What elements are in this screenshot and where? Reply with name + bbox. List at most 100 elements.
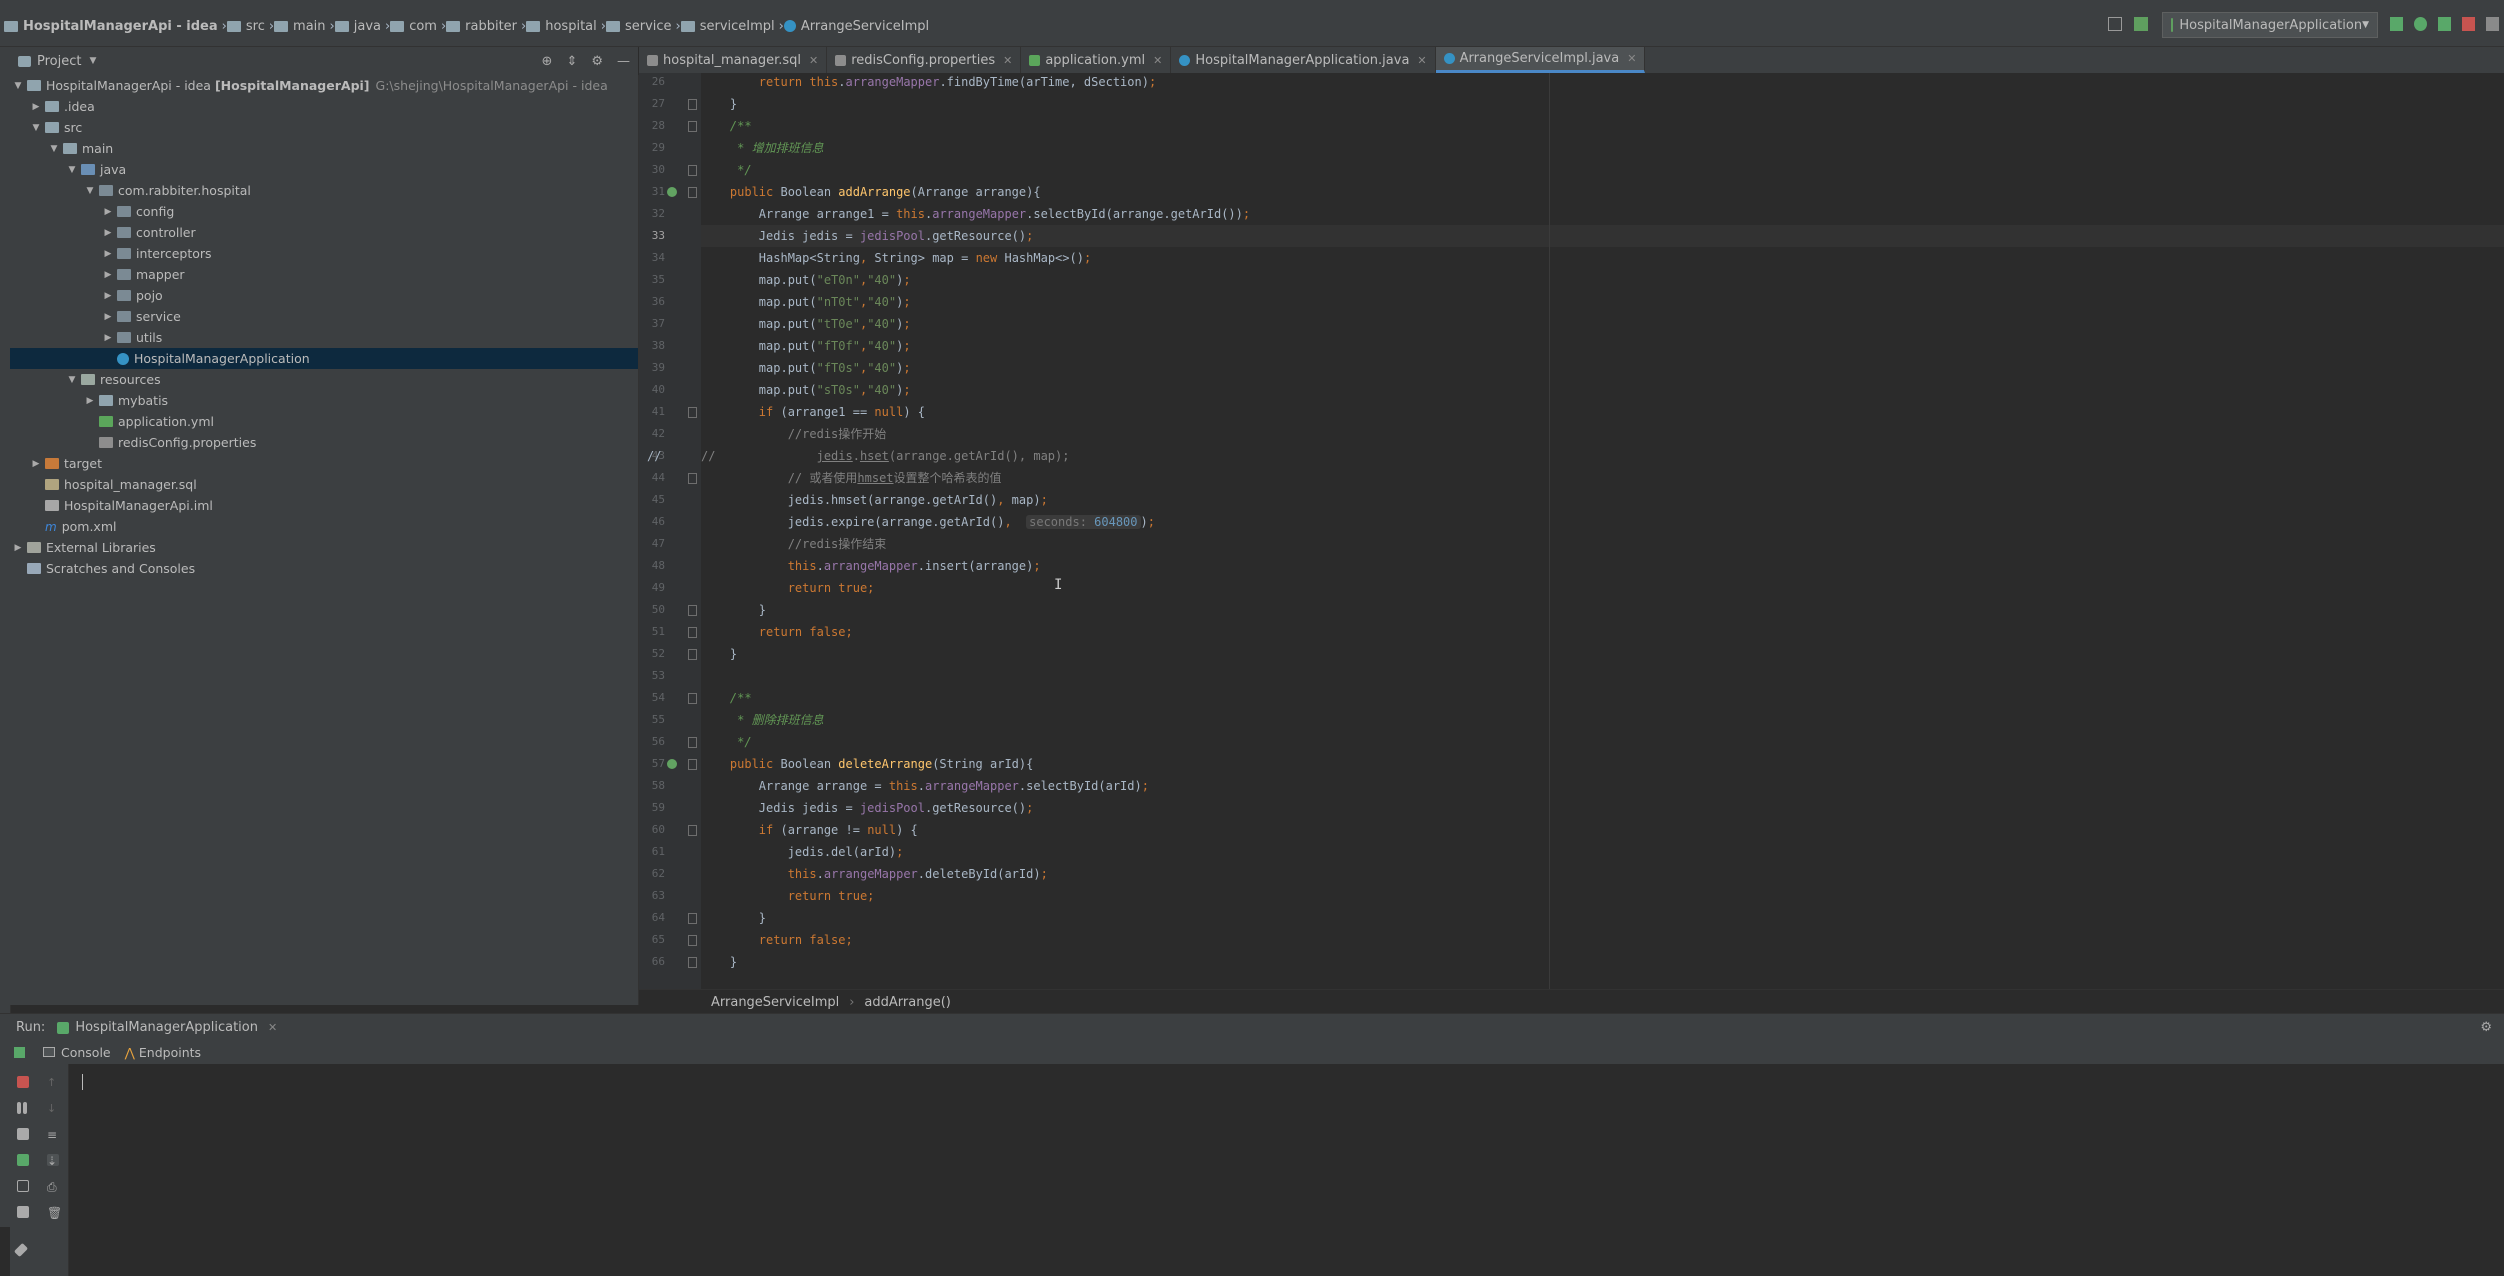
tree-item-main[interactable]: ▼ main xyxy=(10,138,638,159)
chevron-right-icon[interactable]: ▶ xyxy=(30,459,42,469)
breadcrumb-item[interactable]: service xyxy=(605,19,672,34)
restore-layout-icon[interactable] xyxy=(17,1154,29,1166)
breadcrumb-class[interactable]: ArrangeServiceImpl xyxy=(711,995,839,1010)
code-line[interactable]: */ xyxy=(701,159,2504,181)
code-line[interactable]: } xyxy=(701,907,2504,929)
tree-item-config[interactable]: ▶ config xyxy=(10,201,638,222)
run-config-tab[interactable]: HospitalManagerApplication xyxy=(75,1020,258,1035)
tree-item-idea[interactable]: ▶ .idea xyxy=(10,96,638,117)
code-line[interactable]: public Boolean deleteArrange(String arId… xyxy=(701,753,2504,775)
breadcrumb-item[interactable]: src xyxy=(226,19,265,34)
build-hammer-icon[interactable] xyxy=(2134,17,2148,31)
pin-icon[interactable] xyxy=(13,1242,29,1258)
code-line[interactable]: } xyxy=(701,599,2504,621)
close-icon[interactable]: ✕ xyxy=(268,1021,277,1034)
scroll-to-end-icon[interactable]: ⇣ xyxy=(47,1154,59,1168)
tab-hospitalmanagerapplication-java[interactable]: HospitalManagerApplication.java ✕ xyxy=(1171,47,1436,73)
tab-application-yml[interactable]: application.yml ✕ xyxy=(1021,47,1172,73)
chevron-down-icon[interactable]: ▼ xyxy=(30,123,42,133)
fold-marker-icon[interactable] xyxy=(688,825,697,836)
project-panel-title[interactable]: Project xyxy=(37,54,81,69)
close-icon[interactable]: ✕ xyxy=(809,54,818,67)
chevron-right-icon[interactable]: ▶ xyxy=(102,207,114,217)
chevron-down-icon[interactable]: ▼ xyxy=(66,375,78,385)
pause-icon[interactable] xyxy=(17,1102,21,1114)
layout-icon[interactable] xyxy=(2108,17,2122,31)
rerun-icon[interactable] xyxy=(14,1046,25,1058)
tree-item-mybatis[interactable]: ▶ mybatis xyxy=(10,390,638,411)
chevron-down-icon[interactable]: ▼ xyxy=(66,165,78,175)
tree-item-redis-properties[interactable]: redisConfig.properties xyxy=(10,432,638,453)
close-icon[interactable]: ✕ xyxy=(1003,54,1012,67)
tree-item-application-yml[interactable]: application.yml xyxy=(10,411,638,432)
fold-marker-icon[interactable] xyxy=(688,935,697,946)
code-line[interactable]: Arrange arrange = this.arrangeMapper.sel… xyxy=(701,775,2504,797)
code-line[interactable] xyxy=(701,665,2504,687)
tree-item-scratches[interactable]: Scratches and Consoles xyxy=(10,558,638,579)
hide-icon[interactable]: — xyxy=(617,54,630,69)
fold-marker-icon[interactable] xyxy=(688,121,697,132)
fold-marker-icon[interactable] xyxy=(688,187,697,198)
breadcrumb-method[interactable]: addArrange() xyxy=(864,995,950,1010)
tree-item-iml[interactable]: HospitalManagerApi.iml xyxy=(10,495,638,516)
search-everywhere-icon[interactable] xyxy=(2486,17,2499,31)
fold-marker-icon[interactable] xyxy=(688,627,697,638)
code-line[interactable]: return false; xyxy=(701,929,2504,951)
console-tab[interactable]: Console xyxy=(61,1045,111,1060)
chevron-right-icon[interactable]: ▶ xyxy=(102,291,114,301)
code-line[interactable]: jedis.del(arId); xyxy=(701,841,2504,863)
run-config-selector[interactable]: HospitalManagerApplication ▼ xyxy=(2162,12,2378,38)
code-line[interactable]: //redis操作开始 xyxy=(701,423,2504,445)
fold-marker-icon[interactable] xyxy=(688,407,697,418)
code-line[interactable]: if (arrange1 == null) { xyxy=(701,401,2504,423)
breadcrumb-item[interactable]: com xyxy=(390,19,437,34)
code-line[interactable]: */ xyxy=(701,731,2504,753)
fold-marker-icon[interactable] xyxy=(688,165,697,176)
tree-item-main-class[interactable]: HospitalManagerApplication xyxy=(10,348,638,369)
code-line[interactable]: jedis.hmset(arrange.getArId(), map); xyxy=(701,489,2504,511)
camera-icon[interactable] xyxy=(17,1128,29,1140)
code-line[interactable]: Jedis jedis = jedisPool.getResource(); xyxy=(701,225,2504,247)
fold-marker-icon[interactable] xyxy=(688,473,697,484)
code-line[interactable]: this.arrangeMapper.deleteById(arId); xyxy=(701,863,2504,885)
chevron-right-icon[interactable]: ▶ xyxy=(30,102,42,112)
breadcrumb-item[interactable]: hospital xyxy=(526,19,597,34)
fold-marker-icon[interactable] xyxy=(688,605,697,616)
code-line[interactable]: Arrange arrange1 = this.arrangeMapper.se… xyxy=(701,203,2504,225)
code-line[interactable]: // jedis.hset(arrange.getArId(), map); xyxy=(701,445,2504,467)
rerun-icon[interactable] xyxy=(2390,17,2403,31)
code-editor[interactable]: return this.arrangeMapper.findByTime(arT… xyxy=(701,73,2504,989)
implements-marker-icon[interactable] xyxy=(667,187,677,197)
code-line[interactable]: HashMap<String, String> map = new HashMa… xyxy=(701,247,2504,269)
code-line[interactable]: map.put("sT0s","40"); xyxy=(701,379,2504,401)
code-line[interactable]: map.put("eT0n","40"); xyxy=(701,269,2504,291)
implements-marker-icon[interactable] xyxy=(667,759,677,769)
code-line[interactable]: map.put("nT0t","40"); xyxy=(701,291,2504,313)
code-line[interactable]: public Boolean addArrange(Arrange arrang… xyxy=(701,181,2504,203)
chevron-right-icon[interactable]: ▶ xyxy=(102,333,114,343)
fold-marker-icon[interactable] xyxy=(688,737,697,748)
tree-item-package[interactable]: ▼ com.rabbiter.hospital xyxy=(10,180,638,201)
print-icon[interactable]: ⎙ xyxy=(47,1180,59,1194)
layout-icon[interactable] xyxy=(17,1206,29,1218)
arrow-up-icon[interactable]: ↑ xyxy=(47,1076,59,1089)
code-line[interactable]: if (arrange != null) { xyxy=(701,819,2504,841)
chevron-down-icon[interactable]: ▼ xyxy=(89,56,96,66)
console-output[interactable] xyxy=(69,1064,2504,1276)
stop-icon[interactable] xyxy=(2462,17,2475,31)
close-icon[interactable]: ✕ xyxy=(1627,52,1636,65)
tree-item-external-libraries[interactable]: ▶ External Libraries xyxy=(10,537,638,558)
tab-hospital-manager-sql[interactable]: hospital_manager.sql ✕ xyxy=(639,47,828,73)
code-line[interactable]: //redis操作结束 xyxy=(701,533,2504,555)
code-line[interactable]: map.put("fT0s","40"); xyxy=(701,357,2504,379)
coverage-icon[interactable] xyxy=(2438,17,2451,31)
tree-item-pom[interactable]: m pom.xml xyxy=(10,516,638,537)
collapse-all-icon[interactable]: ⇕ xyxy=(566,54,577,69)
tree-item-interceptors[interactable]: ▶ interceptors xyxy=(10,243,638,264)
close-icon[interactable]: ✕ xyxy=(1153,54,1162,67)
code-line[interactable]: return true; xyxy=(701,577,2504,599)
tree-item-mapper[interactable]: ▶ mapper xyxy=(10,264,638,285)
close-icon[interactable]: ✕ xyxy=(1417,54,1426,67)
tab-arrangeserviceimpl-java[interactable]: ArrangeServiceImpl.java ✕ xyxy=(1435,47,1646,73)
fold-marker-icon[interactable] xyxy=(688,759,697,770)
